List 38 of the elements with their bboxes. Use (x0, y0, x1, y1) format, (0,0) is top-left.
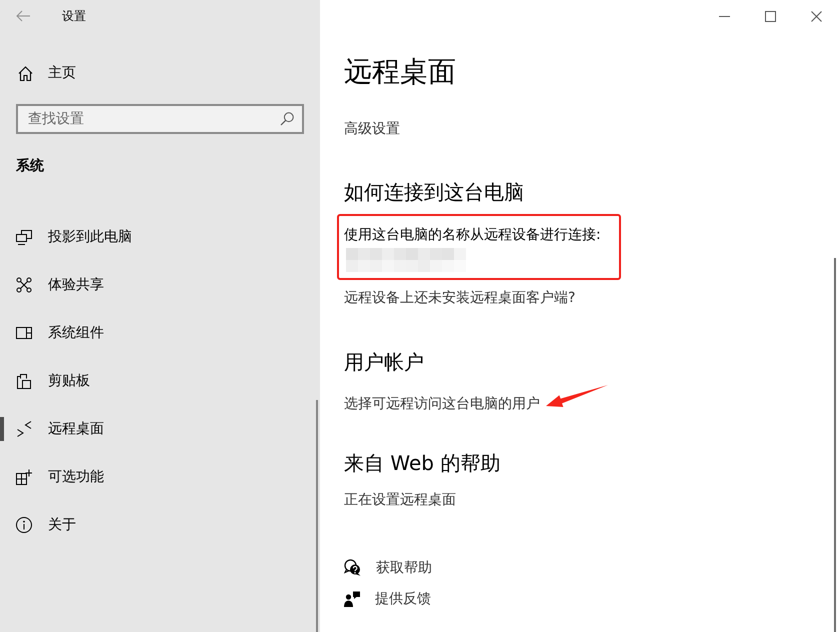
scrollbar-thumb[interactable] (316, 400, 318, 632)
home-link[interactable]: 主页 (0, 53, 320, 93)
advanced-settings-link[interactable]: 高级设置 (344, 119, 400, 139)
client-download-link[interactable]: 远程设备上还未安装远程桌面客户端? (344, 288, 576, 308)
sidebar-item[interactable]: 远程桌面 (0, 405, 320, 453)
section-heading: 用户帐户 (344, 349, 424, 376)
panel-icon (16, 325, 32, 341)
section-heading: 来自 Web 的帮助 (344, 450, 500, 477)
chevrons-icon (16, 421, 32, 437)
user-access-link[interactable]: 选择可远程访问这台电脑的用户 (344, 394, 540, 414)
feedback-link[interactable]: 提供反馈 (344, 583, 431, 614)
scrollbar-thumb[interactable] (834, 258, 836, 632)
page-title: 远程桌面 (344, 54, 456, 90)
nodes-icon (16, 277, 32, 293)
help-chat-icon (344, 559, 361, 576)
section-heading: 如何连接到这台电脑 (344, 179, 524, 206)
info-icon (16, 517, 32, 533)
home-icon (18, 66, 33, 80)
search-icon (280, 112, 294, 126)
grid-plus-icon (16, 469, 32, 485)
setup-help-link[interactable]: 正在设置远程桌面 (344, 490, 456, 510)
sidebar-item[interactable]: 可选功能 (0, 453, 320, 501)
search-field[interactable]: 查找设置 (16, 104, 304, 134)
clipboard-icon (16, 373, 32, 389)
sidebar-item[interactable]: 体验共享 (0, 261, 320, 309)
window-title: 设置 (62, 8, 86, 24)
person-bubble-icon (344, 590, 360, 606)
sidebar-item[interactable]: 关于 (0, 501, 320, 549)
back-arrow-icon[interactable] (16, 10, 30, 22)
sidebar-item[interactable]: 系统组件 (0, 309, 320, 357)
section-label: 系统 (16, 157, 44, 176)
get-help-link[interactable]: 获取帮助 (344, 552, 432, 583)
sidebar-item[interactable]: 投影到此电脑 (0, 213, 320, 261)
close-icon[interactable] (810, 10, 822, 22)
instruction-text: 使用这台电脑的名称从远程设备进行连接: (344, 226, 601, 245)
maximize-icon[interactable] (764, 10, 776, 22)
monitor-icon (16, 229, 32, 245)
sidebar-item[interactable]: 剪贴板 (0, 357, 320, 405)
